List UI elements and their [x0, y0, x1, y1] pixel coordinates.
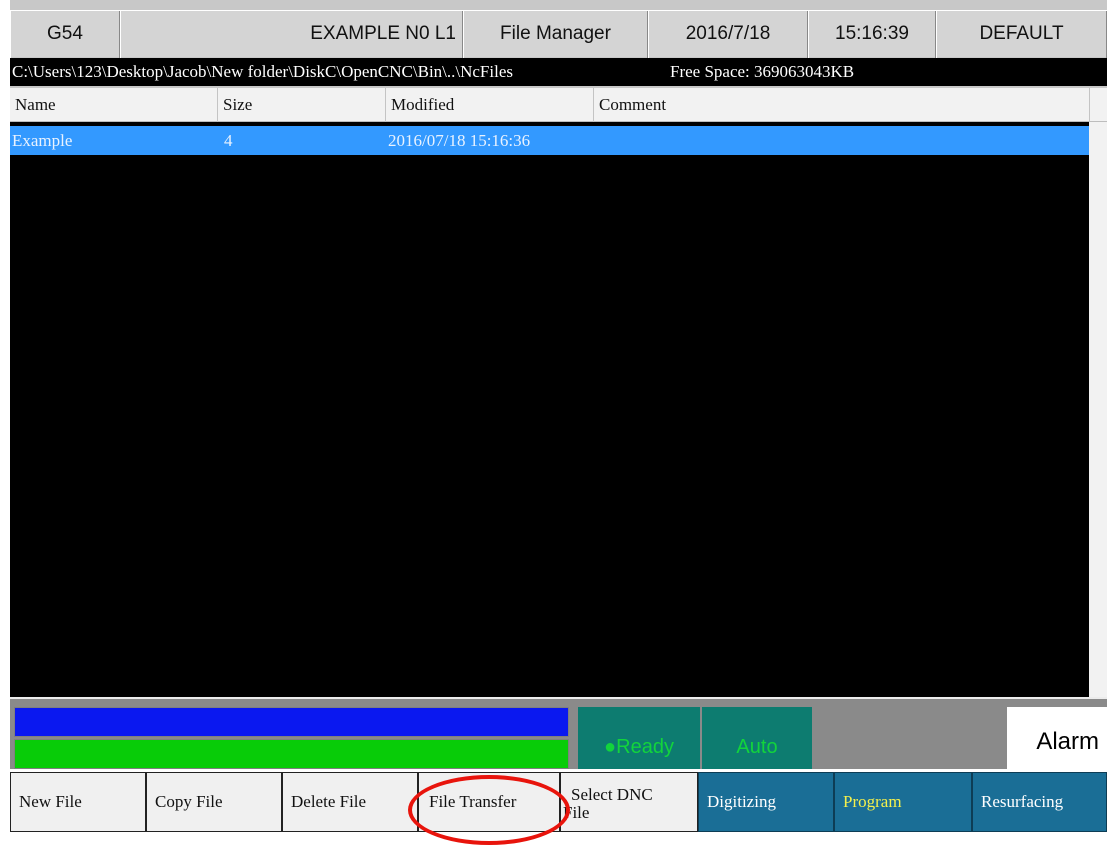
- select-dnc-label-line2: File: [563, 803, 590, 822]
- column-header-modified[interactable]: Modified: [386, 88, 594, 122]
- path-bar: C:\Users\123\Desktop\Jacob\New folder\Di…: [10, 58, 1107, 86]
- program-button[interactable]: Program: [834, 772, 972, 832]
- new-file-button[interactable]: New File: [10, 772, 146, 832]
- select-dnc-label-line1: Select DNC: [571, 785, 653, 804]
- status-area: ●Ready Auto Alarm: [10, 697, 1107, 769]
- time-display: 15:16:39: [808, 11, 936, 58]
- profile-label: DEFAULT: [936, 11, 1107, 58]
- column-header-comment[interactable]: Comment: [594, 88, 1090, 122]
- mode-indicator: Auto: [702, 707, 812, 769]
- ready-indicator: ●Ready: [578, 707, 700, 769]
- program-name-label: EXAMPLE N0 L1: [120, 11, 463, 58]
- coordinate-system-label: G54: [10, 11, 120, 58]
- file-list[interactable]: Example 4 2016/07/18 15:16:36: [10, 122, 1107, 697]
- resurfacing-button[interactable]: Resurfacing: [972, 772, 1107, 832]
- copy-file-button[interactable]: Copy File: [146, 772, 282, 832]
- column-header-name[interactable]: Name: [10, 88, 218, 122]
- digitizing-button[interactable]: Digitizing: [698, 772, 834, 832]
- alarm-label: Alarm: [1007, 707, 1107, 769]
- file-list-header: Name Size Modified Comment: [10, 88, 1107, 122]
- free-space-label: Free Space: 369063043KB: [670, 62, 855, 81]
- header-bar: G54 EXAMPLE N0 L1 File Manager 2016/7/18…: [10, 10, 1107, 58]
- select-dnc-file-button[interactable]: Select DNC File: [560, 772, 698, 832]
- delete-file-button[interactable]: Delete File: [282, 772, 418, 832]
- file-modified-cell: 2016/07/18 15:16:36: [388, 131, 531, 150]
- file-row-example[interactable]: Example 4 2016/07/18 15:16:36: [10, 126, 1089, 155]
- function-key-row: New File Copy File Delete File File Tran…: [0, 769, 1107, 835]
- progress-bar-blue: [14, 707, 569, 737]
- file-name-cell: Example: [12, 131, 73, 150]
- screen-title: File Manager: [463, 11, 648, 58]
- column-header-size[interactable]: Size: [218, 88, 386, 122]
- file-transfer-button[interactable]: File Transfer: [418, 772, 560, 832]
- current-path: C:\Users\123\Desktop\Jacob\New folder\Di…: [12, 62, 513, 81]
- ready-dot-icon: ●: [604, 736, 617, 758]
- progress-bar-green: [14, 739, 569, 769]
- ready-label: Ready: [616, 736, 674, 758]
- file-size-cell: 4: [224, 131, 233, 150]
- date-display: 2016/7/18: [648, 11, 808, 58]
